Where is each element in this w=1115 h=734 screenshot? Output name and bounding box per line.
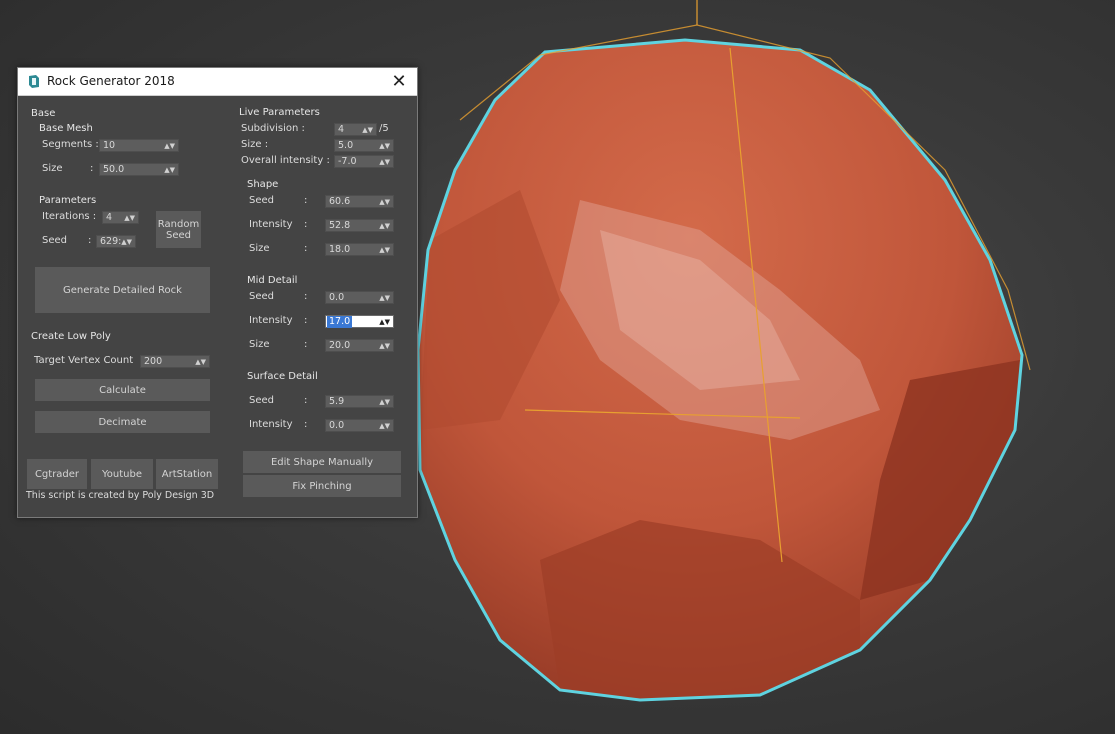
shape-heading: Shape [247,179,279,190]
segments-spinner[interactable]: 10 ▲▼ [99,139,179,152]
surface-intensity-spinner[interactable]: 0.0 ▲▼ [325,419,394,432]
artstation-button[interactable]: ArtStation [156,459,218,489]
spinner-arrows-icon[interactable]: ▲▼ [124,212,135,224]
live-size-spinner[interactable]: 5.0 ▲▼ [334,139,394,152]
mid-seed-spinner[interactable]: 0.0 ▲▼ [325,291,394,304]
subdivision-max: /5 [379,123,389,134]
seed-label: Seed [42,235,67,246]
spinner-arrows-icon[interactable]: ▲▼ [164,140,175,152]
mid-seed-value: 0.0 [329,292,345,303]
surface-seed-spinner[interactable]: 5.9 ▲▼ [325,395,394,408]
live-size-value: 5.0 [338,140,354,151]
spinner-arrows-icon[interactable]: ▲▼ [379,316,390,328]
surface-seed-label: Seed [249,395,274,406]
shape-intensity-label: Intensity [249,219,293,230]
base-heading: Base [31,108,56,119]
cgtrader-button[interactable]: Cgtrader [27,459,87,489]
overall-intensity-spinner[interactable]: -7.0 ▲▼ [334,155,394,168]
segments-value: 10 [103,140,116,151]
youtube-button[interactable]: Youtube [91,459,153,489]
colon-separator: : [304,419,308,430]
random-seed-button[interactable]: Random Seed [156,211,201,248]
edit-shape-manually-button[interactable]: Edit Shape Manually [243,451,401,473]
live-parameters-heading: Live Parameters [239,107,320,118]
colon-separator: : [304,339,308,350]
generate-detailed-rock-button[interactable]: Generate Detailed Rock [35,267,210,313]
shape-intensity-spinner[interactable]: 52.8 ▲▼ [325,219,394,232]
shape-size-spinner[interactable]: 18.0 ▲▼ [325,243,394,256]
spinner-arrows-icon[interactable]: ▲▼ [195,356,206,368]
subdivision-spinner[interactable]: 4 ▲▼ [334,123,377,136]
seed-value: 629: [100,236,122,247]
parameters-heading: Parameters [39,195,97,206]
spinner-arrows-icon[interactable]: ▲▼ [121,236,132,248]
overall-intensity-label: Overall intensity : [241,155,330,166]
create-low-poly-heading: Create Low Poly [31,331,111,342]
spinner-arrows-icon[interactable]: ▲▼ [379,196,390,208]
spinner-arrows-icon[interactable]: ▲▼ [379,156,390,168]
spinner-arrows-icon[interactable]: ▲▼ [379,140,390,152]
fix-pinching-button[interactable]: Fix Pinching [243,475,401,497]
surface-detail-heading: Surface Detail [247,371,318,382]
spinner-arrows-icon[interactable]: ▲▼ [379,292,390,304]
surface-seed-value: 5.9 [329,396,345,407]
rock-mesh[interactable] [416,38,1024,702]
size-spinner[interactable]: 50.0 ▲▼ [99,163,179,176]
colon-separator: : [304,243,308,254]
mid-intensity-spinner[interactable]: 17.0 ▲▼ [325,315,394,328]
shape-seed-spinner[interactable]: 60.6 ▲▼ [325,195,394,208]
colon-separator: : [304,315,308,326]
surface-intensity-value: 0.0 [329,420,345,431]
mid-size-value: 20.0 [329,340,351,351]
size-label: Size [42,163,63,174]
target-vertex-count-value: 200 [144,356,163,367]
spinner-arrows-icon[interactable]: ▲▼ [164,164,175,176]
target-vertex-count-label: Target Vertex Count [34,355,134,366]
surface-intensity-label: Intensity [249,419,293,430]
spinner-arrows-icon[interactable]: ▲▼ [379,220,390,232]
shape-size-label: Size [249,243,270,254]
segments-label: Segments : [42,139,99,150]
colon-separator: : [304,195,308,206]
rock-generator-dialog: Rock Generator 2018 ✕ Base Base Mesh Seg… [17,67,418,518]
shape-seed-label: Seed [249,195,274,206]
colon-separator: : [304,219,308,230]
shape-seed-value: 60.6 [329,196,351,207]
calculate-button[interactable]: Calculate [35,379,210,401]
live-size-label: Size : [241,139,269,150]
shape-size-value: 18.0 [329,244,351,255]
iterations-value: 4 [106,212,113,223]
max-app-icon [27,74,41,89]
shape-intensity-value: 52.8 [329,220,351,231]
spinner-arrows-icon[interactable]: ▲▼ [379,396,390,408]
size-value: 50.0 [103,164,125,175]
seed-spinner[interactable]: 629: ▲▼ [96,235,136,248]
decimate-button[interactable]: Decimate [35,411,210,433]
seed-colon: : [88,235,92,246]
colon-separator: : [304,291,308,302]
mid-intensity-label: Intensity [249,315,293,326]
title-bar[interactable]: Rock Generator 2018 ✕ [18,68,417,96]
spinner-arrows-icon[interactable]: ▲▼ [362,124,373,136]
credit-text: This script is created by Poly Design 3D [26,490,215,501]
mid-detail-heading: Mid Detail [247,275,298,286]
window-title: Rock Generator 2018 [47,74,175,88]
subdivision-value: 4 [338,124,345,135]
mid-intensity-value[interactable]: 17.0 [327,316,353,328]
colon-separator: : [304,395,308,406]
size-colon: : [90,163,94,174]
iterations-label: Iterations : [42,211,97,222]
spinner-arrows-icon[interactable]: ▲▼ [379,420,390,432]
mid-size-label: Size [249,339,270,350]
overall-intensity-value: -7.0 [338,156,357,167]
spinner-arrows-icon[interactable]: ▲▼ [379,340,390,352]
target-vertex-count-spinner[interactable]: 200 ▲▼ [140,355,210,368]
mid-size-spinner[interactable]: 20.0 ▲▼ [325,339,394,352]
close-icon[interactable]: ✕ [387,71,411,93]
mid-seed-label: Seed [249,291,274,302]
iterations-spinner[interactable]: 4 ▲▼ [102,211,139,224]
base-mesh-heading: Base Mesh [39,123,93,134]
spinner-arrows-icon[interactable]: ▲▼ [379,244,390,256]
subdivision-label: Subdivision : [241,123,305,134]
